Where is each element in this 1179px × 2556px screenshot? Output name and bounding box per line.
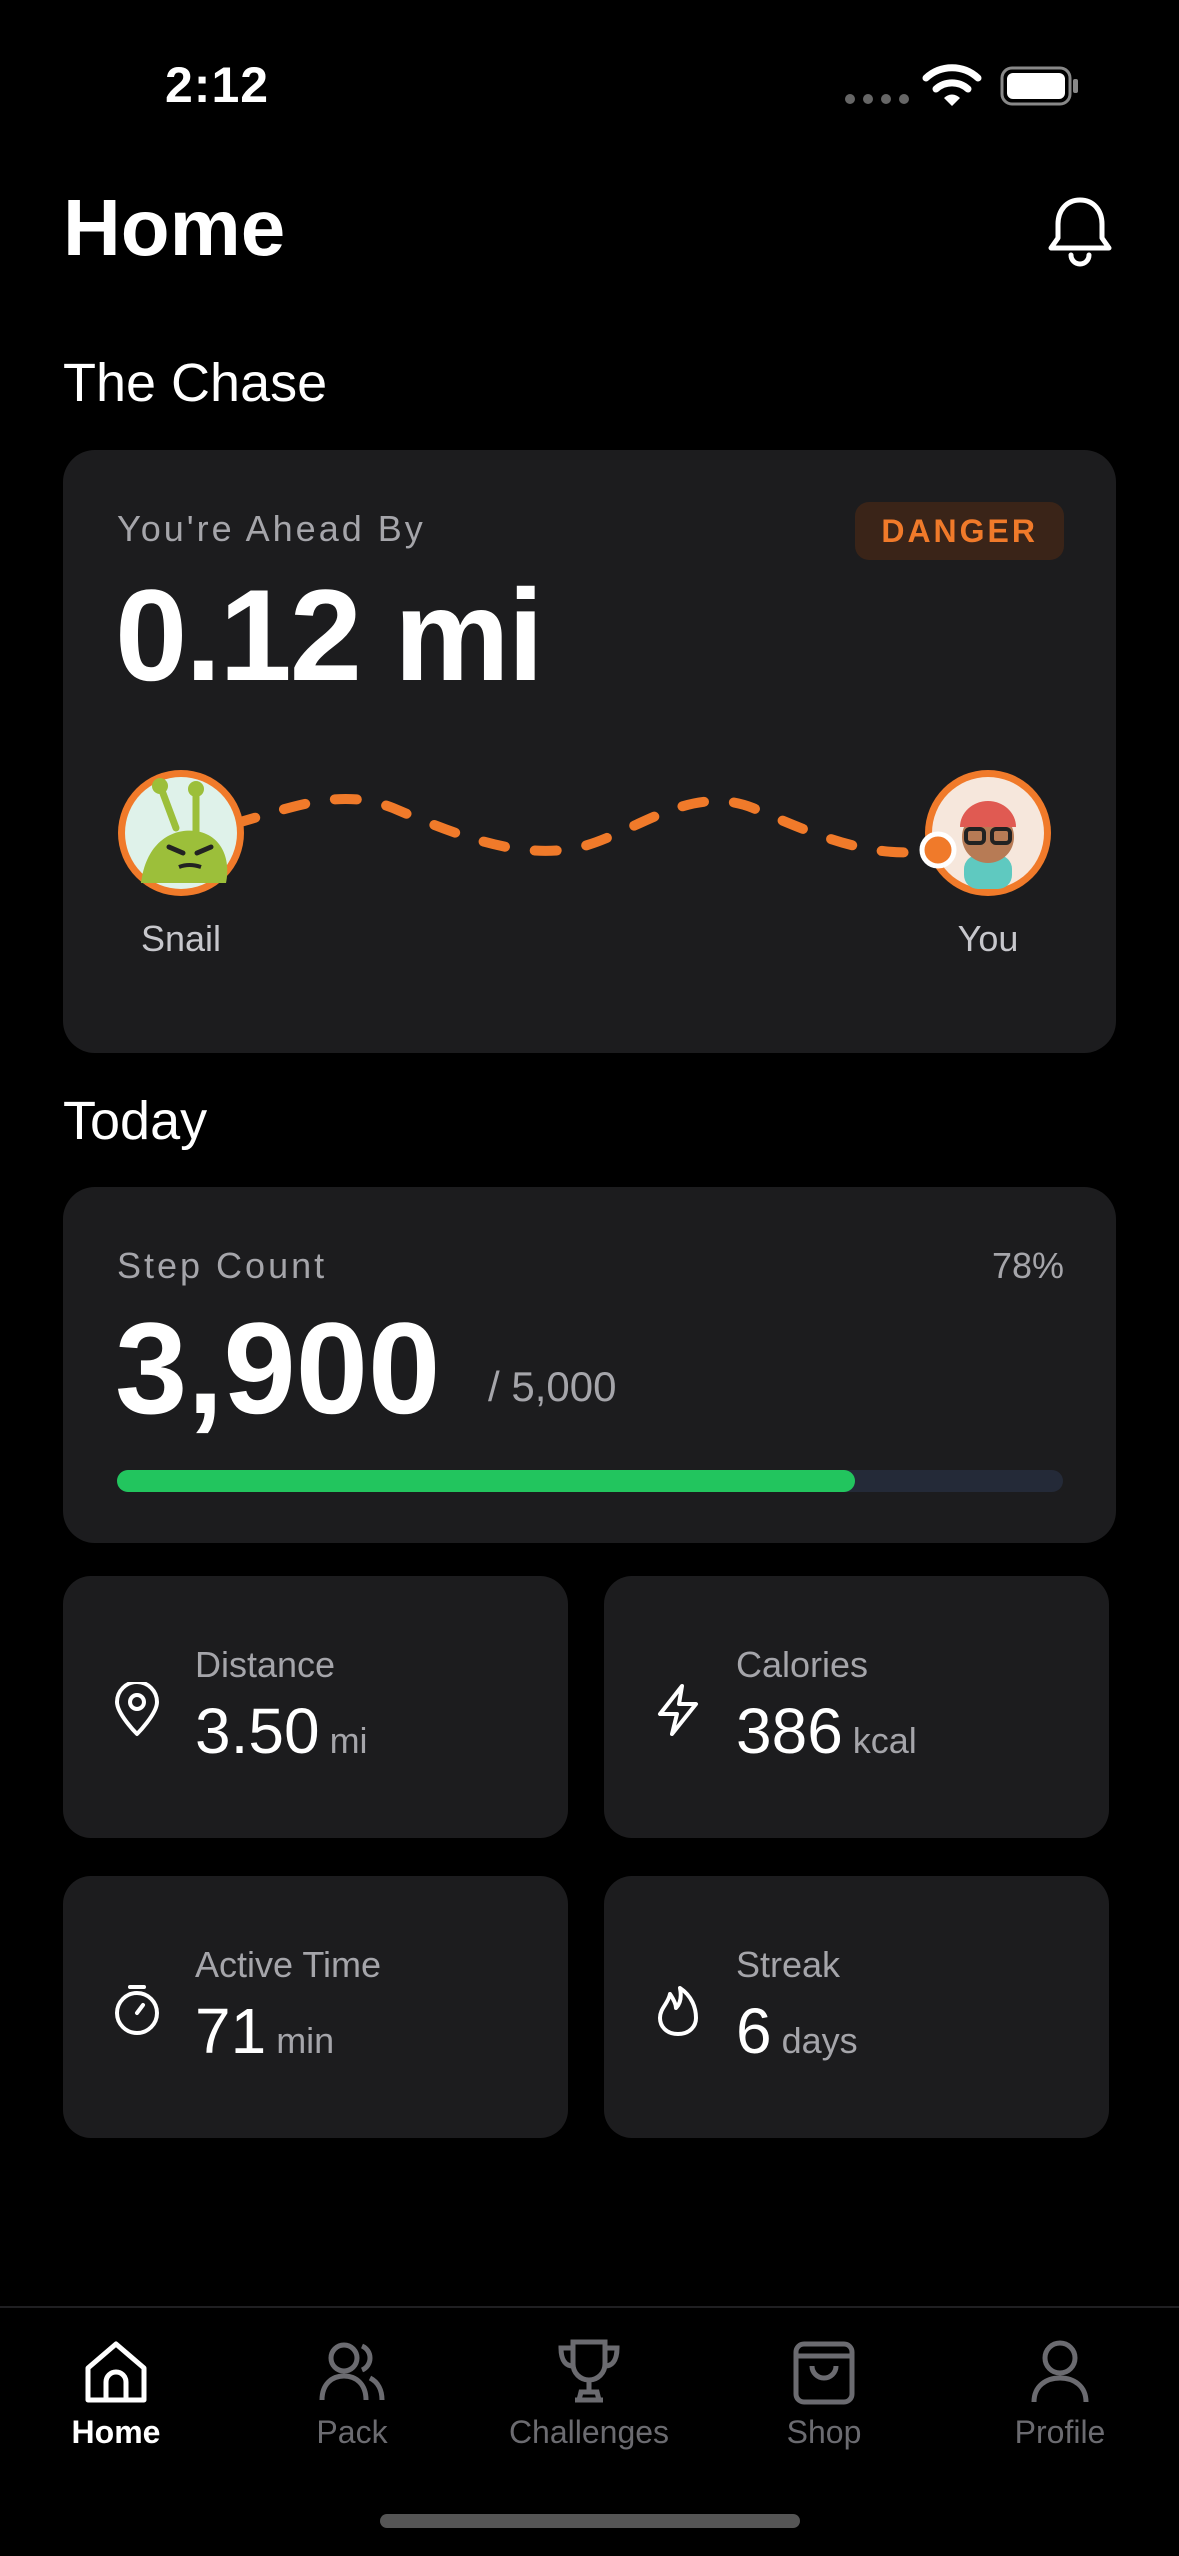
stat-unit: min: [276, 2020, 335, 2061]
step-progress-bar: [117, 1470, 1063, 1492]
flame-icon: [658, 1986, 698, 2036]
home-icon: [85, 2341, 147, 2403]
tab-label: Challenges: [508, 2414, 670, 2450]
cellular-signal-icon: [845, 94, 909, 104]
stat-label: Calories: [736, 1644, 869, 1685]
stat-tile-distance[interactable]: Distance 3.50 mi: [63, 1576, 568, 1838]
step-percent: 78%: [991, 1245, 1064, 1286]
chase-card: You're Ahead By DANGER 0.12 mi Snail You: [63, 450, 1116, 1053]
stat-value: 386 kcal: [736, 1695, 917, 1767]
tab-label: Home: [71, 2414, 161, 2450]
stat-label: Distance: [195, 1644, 336, 1685]
tab-challenges[interactable]: Challenges: [479, 2328, 699, 2468]
step-count-value: 3,900: [115, 1295, 441, 1441]
home-indicator: [380, 2514, 800, 2528]
stat-tile-streak[interactable]: Streak 6 days: [604, 1876, 1109, 2138]
step-count-label: Step Count: [117, 1245, 328, 1286]
users-icon: [319, 2342, 385, 2401]
lightning-icon: [658, 1684, 698, 1736]
bell-icon[interactable]: [1040, 190, 1120, 270]
snail-avatar: [118, 770, 244, 896]
user-icon: [1031, 2340, 1089, 2403]
stat-value: 6 days: [736, 1995, 858, 2067]
stat-tile-active-time[interactable]: Active Time 71 min: [63, 1876, 568, 2138]
stat-tile-calories[interactable]: Calories 386 kcal: [604, 1576, 1109, 1838]
location-pin-icon: [115, 1682, 159, 1736]
section-title-today: Today: [63, 1091, 208, 1151]
chase-track: [118, 770, 1051, 896]
tab-shop[interactable]: Shop: [714, 2328, 934, 2468]
chase-path: [178, 793, 943, 858]
step-progress-fill: [117, 1470, 855, 1492]
stat-value: 3.50 mi: [195, 1695, 368, 1767]
tab-pack[interactable]: Pack: [242, 2328, 462, 2468]
step-goal: / 5,000: [488, 1363, 617, 1410]
shopping-bag-icon: [793, 2341, 855, 2405]
step-count-card: Step Count 78% 3,900 / 5,000: [63, 1187, 1116, 1543]
battery-icon: [1000, 66, 1078, 106]
stat-label: Streak: [736, 1944, 841, 1985]
you-position-dot: [919, 831, 957, 869]
stat-unit: kcal: [852, 1720, 917, 1761]
stat-unit: days: [781, 2020, 858, 2061]
stat-label: Active Time: [195, 1944, 382, 1985]
tab-profile[interactable]: Profile: [950, 2328, 1170, 2468]
page-title: Home: [63, 183, 286, 272]
snail-label: Snail: [140, 918, 222, 959]
trophy-icon: [558, 2339, 620, 2403]
stat-unit: mi: [329, 1720, 368, 1761]
stopwatch-icon: [115, 1985, 159, 2035]
stat-value: 71 min: [195, 1995, 335, 2067]
tab-home[interactable]: Home: [6, 2328, 226, 2468]
status-time: 2:12: [165, 57, 270, 113]
tab-label: Pack: [316, 2414, 388, 2450]
tab-label: Profile: [1014, 2414, 1106, 2450]
tab-label: Shop: [786, 2414, 862, 2450]
wifi-icon: [922, 64, 982, 106]
status-bar: 2:12: [0, 0, 1179, 170]
you-label: You: [957, 918, 1019, 959]
section-title-chase: The Chase: [63, 353, 328, 413]
